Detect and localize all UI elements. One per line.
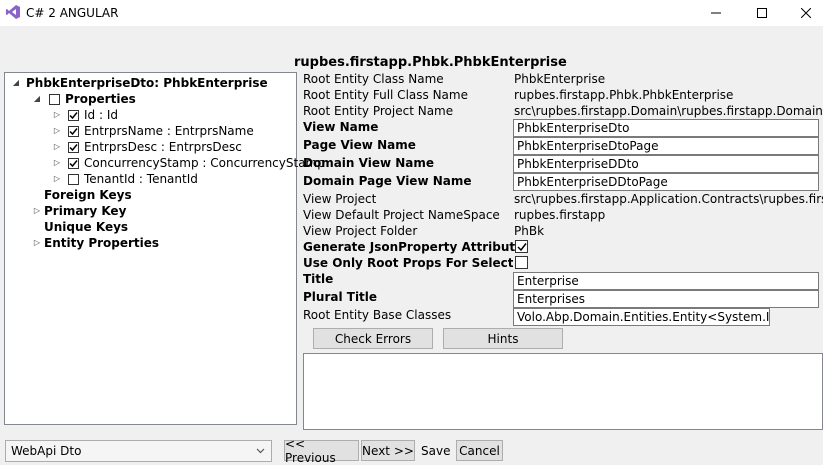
maximize-icon bbox=[757, 8, 767, 18]
root-entity-class-name-value: PhbkEnterprise bbox=[514, 72, 606, 86]
tree-unique-keys[interactable]: Unique Keys bbox=[44, 219, 128, 235]
generate-json-property-label: Generate JsonProperty Attribute bbox=[303, 240, 524, 254]
wizard-step-value: WebApi Dto bbox=[11, 444, 82, 458]
view-project-folder-value: PhBk bbox=[514, 224, 545, 238]
use-only-root-props-label: Use Only Root Props For Select Metho bbox=[303, 256, 513, 270]
properties-checkbox[interactable] bbox=[49, 93, 60, 105]
errors-output-area[interactable] bbox=[303, 353, 823, 430]
use-only-root-props-checkbox[interactable] bbox=[515, 256, 528, 269]
hints-button[interactable]: Hints bbox=[443, 328, 563, 349]
entity-heading: rupbes.firstapp.Phbk.PhbkEnterprise bbox=[294, 55, 567, 70]
tree-primary-key[interactable]: ▷ Primary Key bbox=[31, 203, 126, 219]
property-label: EntrprsDesc : EntrprsDesc bbox=[84, 140, 242, 154]
tree-property-item[interactable]: ▷ Id : Id bbox=[51, 107, 118, 123]
root-entity-class-name-label: Root Entity Class Name bbox=[303, 72, 444, 86]
view-name-input[interactable]: PhbkEnterpriseDto bbox=[513, 119, 819, 137]
domain-view-name-label: Domain View Name bbox=[303, 156, 435, 170]
property-label: EntrprsName : EntrprsName bbox=[84, 124, 254, 138]
collapsed-arrow-icon[interactable]: ▷ bbox=[51, 139, 63, 155]
view-project-folder-label: View Project Folder bbox=[303, 224, 418, 238]
root-entity-full-class-name-label: Root Entity Full Class Name bbox=[303, 88, 468, 102]
view-project-label: View Project bbox=[303, 192, 377, 206]
check-icon bbox=[69, 127, 78, 135]
domain-view-name-input[interactable]: PhbkEnterpriseDDto bbox=[513, 155, 819, 173]
next-button[interactable]: Next >> bbox=[361, 440, 415, 461]
title-bar: C# 2 ANGULAR bbox=[0, 0, 823, 26]
foreign-keys-label: Foreign Keys bbox=[44, 188, 132, 202]
root-entity-full-class-name-value: rupbes.firstapp.Phbk.PhbkEnterprise bbox=[514, 88, 734, 102]
property-checkbox[interactable] bbox=[68, 125, 79, 137]
root-entity-base-classes-input[interactable]: Volo.Abp.Domain.Entities.Entity<System.I… bbox=[513, 308, 770, 326]
title-label: Title bbox=[303, 272, 334, 286]
check-errors-button[interactable]: Check Errors bbox=[313, 328, 433, 349]
view-default-namespace-value: rupbes.firstapp bbox=[514, 208, 606, 222]
entity-tree[interactable]: ◢ PhbkEnterpriseDto: PhbkEnterprise ◢ Pr… bbox=[4, 72, 325, 425]
maximize-button[interactable] bbox=[739, 0, 785, 26]
minimize-button[interactable] bbox=[693, 0, 739, 26]
page-view-name-input[interactable]: PhbkEnterpriseDtoPage bbox=[513, 137, 819, 155]
visual-studio-icon bbox=[6, 5, 20, 19]
expanded-arrow-icon[interactable]: ◢ bbox=[10, 75, 22, 91]
save-button[interactable]: Save bbox=[421, 444, 450, 458]
collapsed-arrow-icon[interactable]: ▷ bbox=[31, 235, 43, 251]
root-entity-project-name-label: Root Entity Project Name bbox=[303, 104, 454, 118]
window-title: C# 2 ANGULAR bbox=[26, 6, 119, 20]
tree-property-item[interactable]: ▷ EntrprsName : EntrprsName bbox=[51, 123, 254, 139]
tree-property-item[interactable]: ▷ EntrprsDesc : EntrprsDesc bbox=[51, 139, 242, 155]
check-icon bbox=[69, 143, 78, 151]
expanded-arrow-icon[interactable]: ◢ bbox=[31, 91, 43, 107]
tree-properties-node[interactable]: ◢ Properties bbox=[31, 91, 136, 107]
tree-property-item[interactable]: ▷ ConcurrencyStamp : ConcurrencyStamp bbox=[51, 155, 325, 171]
entity-properties-label: Entity Properties bbox=[44, 236, 160, 250]
generate-json-property-checkbox[interactable] bbox=[515, 240, 528, 253]
view-default-namespace-label: View Default Project NameSpace bbox=[303, 208, 500, 222]
property-label: Id : Id bbox=[84, 108, 118, 122]
unique-keys-label: Unique Keys bbox=[44, 220, 129, 234]
domain-page-view-name-label: Domain Page View Name bbox=[303, 174, 472, 188]
collapsed-arrow-icon[interactable]: ▷ bbox=[51, 123, 63, 139]
close-icon bbox=[801, 8, 811, 18]
domain-page-view-name-input[interactable]: PhbkEnterpriseDDtoPage bbox=[513, 173, 819, 191]
tree-root-label: PhbkEnterpriseDto: PhbkEnterprise bbox=[26, 76, 268, 90]
property-label: ConcurrencyStamp : ConcurrencyStamp bbox=[84, 156, 325, 170]
plural-title-input[interactable]: Enterprises bbox=[513, 290, 819, 308]
page-view-name-label: Page View Name bbox=[303, 138, 416, 152]
tree-property-item[interactable]: ▷ TenantId : TenantId bbox=[51, 171, 198, 187]
root-entity-base-classes-label: Root Entity Base Classes bbox=[303, 308, 452, 322]
minimize-icon bbox=[711, 12, 721, 14]
property-checkbox[interactable] bbox=[68, 173, 79, 185]
view-name-label: View Name bbox=[303, 120, 379, 134]
tree-entity-properties[interactable]: ▷ Entity Properties bbox=[31, 235, 159, 251]
check-icon bbox=[516, 242, 527, 251]
cancel-button[interactable]: Cancel bbox=[456, 440, 503, 461]
collapsed-arrow-icon[interactable]: ▷ bbox=[31, 203, 43, 219]
title-input[interactable]: Enterprise bbox=[513, 272, 819, 290]
view-project-value: src\rupbes.firstapp.Application.Contract… bbox=[514, 192, 823, 206]
wizard-step-combobox[interactable]: WebApi Dto bbox=[5, 440, 272, 462]
plural-title-label: Plural Title bbox=[303, 290, 378, 304]
close-button[interactable] bbox=[783, 0, 823, 26]
root-entity-project-name-value: src\rupbes.firstapp.Domain\rupbes.firsta… bbox=[514, 104, 823, 118]
chevron-down-icon bbox=[256, 448, 265, 454]
tree-root[interactable]: ◢ PhbkEnterpriseDto: PhbkEnterprise bbox=[10, 75, 268, 91]
property-checkbox[interactable] bbox=[68, 109, 79, 121]
property-checkbox[interactable] bbox=[68, 141, 79, 153]
previous-button[interactable]: << Previous bbox=[284, 437, 359, 465]
check-icon bbox=[69, 111, 78, 119]
tree-foreign-keys[interactable]: Foreign Keys bbox=[44, 187, 132, 203]
properties-label: Properties bbox=[65, 92, 136, 106]
collapsed-arrow-icon[interactable]: ▷ bbox=[51, 171, 63, 187]
check-icon bbox=[69, 159, 78, 167]
primary-key-label: Primary Key bbox=[44, 204, 127, 218]
property-label: TenantId : TenantId bbox=[84, 172, 198, 186]
collapsed-arrow-icon[interactable]: ▷ bbox=[51, 107, 63, 123]
collapsed-arrow-icon[interactable]: ▷ bbox=[51, 155, 63, 171]
property-checkbox[interactable] bbox=[68, 157, 79, 169]
